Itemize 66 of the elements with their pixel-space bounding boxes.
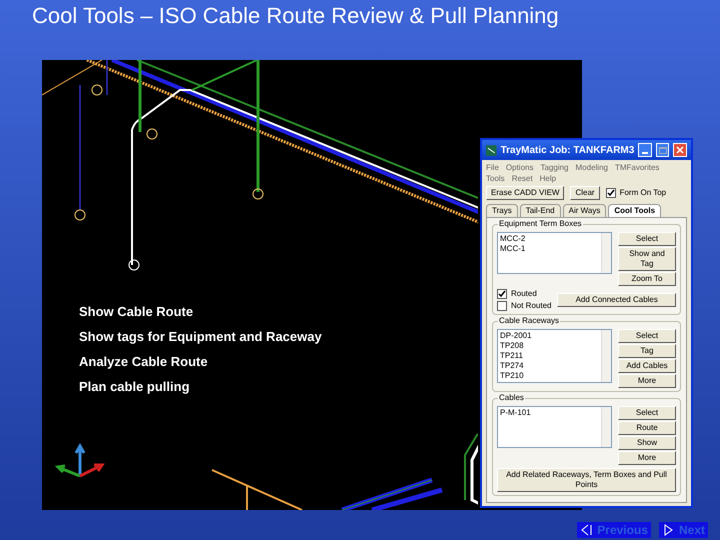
checkmark-icon xyxy=(606,189,615,197)
maximize-icon xyxy=(658,146,667,154)
scrollbar[interactable] xyxy=(601,330,611,382)
tab[interactable]: Air Ways xyxy=(562,204,606,217)
feature-text: Analyze Cable Route xyxy=(79,354,208,369)
list-item[interactable]: DP-2001 xyxy=(500,331,599,341)
checkmark-icon xyxy=(498,290,506,298)
app-icon xyxy=(486,144,497,156)
dialog-button[interactable]: Show and Tag xyxy=(618,247,676,271)
dialog-button[interactable]: Erase CADD VIEW xyxy=(486,186,564,200)
checkbox-label: Routed xyxy=(511,289,537,299)
menu-item[interactable]: Tools xyxy=(486,173,505,184)
dialog-button[interactable]: Tag xyxy=(618,344,676,358)
list-box[interactable]: P-M-101 xyxy=(497,406,612,448)
dialog-button[interactable]: Add Related Raceways, Term Boxes and Pull Points xyxy=(497,468,676,492)
left-triangle-icon xyxy=(580,524,594,536)
dialog-button[interactable]: More xyxy=(618,374,676,388)
dialog-button[interactable]: Clear xyxy=(570,186,600,200)
minimize-button[interactable] xyxy=(638,143,652,157)
menu-item[interactable]: TMFavorites xyxy=(614,162,660,173)
slide-title: Cool Tools – ISO Cable Route Review & Pull Planning xyxy=(32,2,560,30)
list-item[interactable]: TP274 xyxy=(500,361,599,371)
dialog-button[interactable]: Show xyxy=(618,436,676,450)
list-item[interactable]: MCC-2 xyxy=(500,234,599,244)
scrollbar[interactable] xyxy=(601,407,611,447)
list-item[interactable]: TP208 xyxy=(500,341,599,351)
dialog-button[interactable]: Zoom To xyxy=(618,272,676,286)
checkbox-label: Form On Top xyxy=(620,188,666,198)
menu-item[interactable]: Options xyxy=(506,162,534,173)
dialog-button[interactable]: Add Connected Cables xyxy=(557,293,676,307)
dialog-button[interactable]: More xyxy=(618,451,676,465)
list-box[interactable]: MCC-2 MCC-1 xyxy=(497,232,612,274)
scrollbar[interactable] xyxy=(601,233,611,273)
menu-item[interactable]: Reset xyxy=(512,173,533,184)
list-box[interactable]: DP-2001 TP208 TP211 TP274 TP210 xyxy=(497,329,612,383)
tab[interactable]: Tail-End xyxy=(520,204,561,217)
group-title: Cable Raceways xyxy=(498,316,560,326)
feature-text: Show Cable Route xyxy=(79,304,194,319)
group-title: Equipment Term Boxes xyxy=(498,219,583,229)
checkbox[interactable] xyxy=(497,289,507,299)
tab[interactable]: Cool Tools xyxy=(608,204,662,217)
dialog-button[interactable]: Select xyxy=(618,329,676,343)
list-item[interactable]: P-M-101 xyxy=(500,408,599,418)
checkbox-label: Not Routed xyxy=(511,301,552,311)
menu-item[interactable]: File xyxy=(486,162,499,173)
dialog-button[interactable]: Select xyxy=(618,406,676,420)
dialog-button[interactable]: Add Cables xyxy=(618,359,676,373)
menu-item[interactable]: Modeling xyxy=(576,162,608,173)
feature-text: Show tags for Equipment and Raceway xyxy=(79,329,322,344)
tab[interactable]: Trays xyxy=(486,204,518,217)
list-item[interactable]: MCC-1 xyxy=(500,244,599,254)
checkbox[interactable] xyxy=(606,188,616,198)
list-item[interactable]: TP211 xyxy=(500,351,599,361)
close-icon xyxy=(676,146,684,154)
menu-item[interactable]: Tagging xyxy=(540,162,568,173)
feature-text: Plan cable pulling xyxy=(79,379,190,394)
minimize-icon xyxy=(642,152,648,154)
close-button[interactable] xyxy=(673,143,688,157)
dialog-button[interactable]: Route xyxy=(618,421,676,435)
checkbox[interactable] xyxy=(497,301,507,311)
dialog-button[interactable]: Select xyxy=(618,232,676,246)
window-title: TrayMatic Job: TANKFARM3 xyxy=(500,144,634,158)
menu-item[interactable]: Help xyxy=(540,173,556,184)
group-title: Cables xyxy=(498,393,525,403)
list-item[interactable]: TP210 xyxy=(500,371,599,381)
maximize-button[interactable] xyxy=(656,143,670,157)
